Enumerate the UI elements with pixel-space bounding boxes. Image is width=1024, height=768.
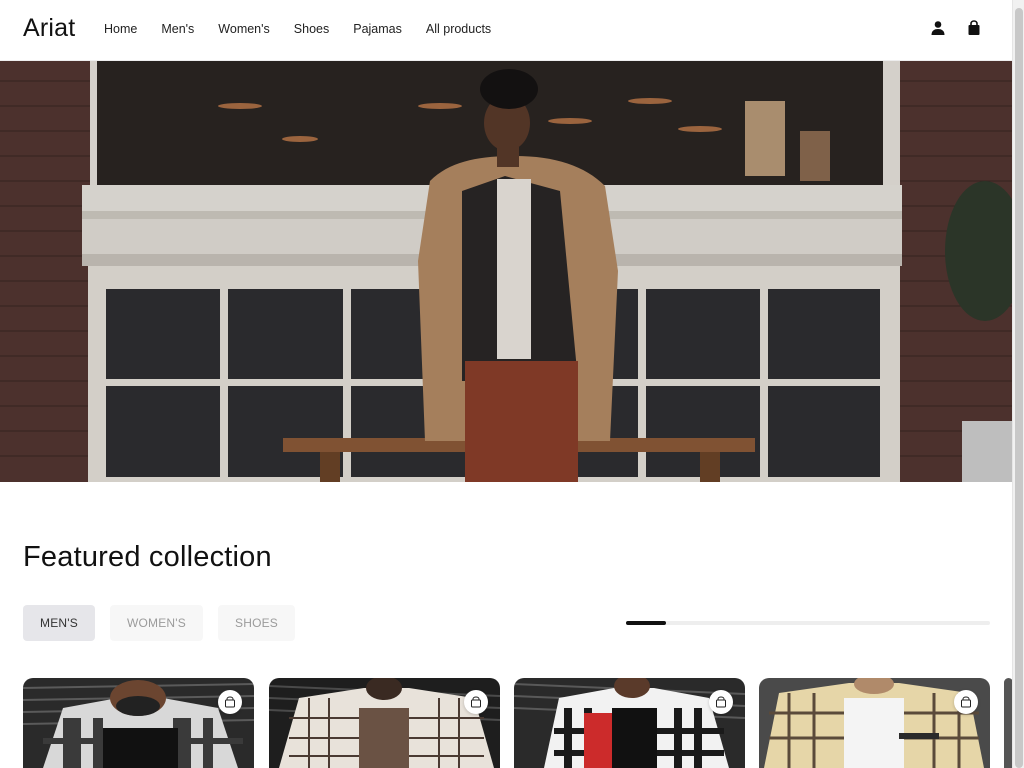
nav-pajamas[interactable]: Pajamas bbox=[353, 22, 402, 36]
carousel-progress-track[interactable] bbox=[626, 621, 990, 625]
hero-banner[interactable] bbox=[0, 61, 1012, 482]
nav-all-products[interactable]: All products bbox=[426, 22, 491, 36]
tab-shoes[interactable]: SHOES bbox=[218, 605, 296, 641]
add-to-cart-button[interactable] bbox=[218, 690, 242, 714]
add-to-cart-button[interactable] bbox=[464, 690, 488, 714]
page-scrollbar[interactable] bbox=[1012, 0, 1024, 768]
cart-icon bbox=[471, 696, 481, 708]
product-image bbox=[23, 678, 254, 768]
site-header: Ariat Home Men's Women's Shoes Pajamas A… bbox=[0, 0, 1012, 61]
shopping-bag-icon[interactable] bbox=[966, 20, 982, 36]
carousel-progress-indicator[interactable] bbox=[626, 621, 667, 625]
main-nav: Home Men's Women's Shoes Pajamas All pro… bbox=[104, 22, 515, 36]
product-card[interactable] bbox=[269, 678, 500, 768]
cart-icon bbox=[961, 696, 971, 708]
nav-womens[interactable]: Women's bbox=[218, 22, 269, 36]
collection-tabs: MEN'S WOMEN'S SHOES bbox=[23, 605, 296, 641]
nav-home[interactable]: Home bbox=[104, 22, 137, 36]
logo[interactable]: Ariat bbox=[23, 14, 75, 43]
product-image bbox=[514, 678, 745, 768]
product-image bbox=[759, 678, 990, 768]
hero-image bbox=[0, 61, 1012, 482]
product-card[interactable] bbox=[759, 678, 990, 768]
add-to-cart-button[interactable] bbox=[709, 690, 733, 714]
featured-collection-title: Featured collection bbox=[23, 541, 272, 573]
tab-womens[interactable]: WOMEN'S bbox=[109, 605, 203, 641]
product-image bbox=[269, 678, 500, 768]
tab-mens[interactable]: MEN'S bbox=[23, 605, 95, 641]
scrollbar-thumb[interactable] bbox=[1015, 8, 1023, 768]
header-icons bbox=[930, 20, 982, 36]
user-icon[interactable] bbox=[930, 20, 946, 36]
product-card[interactable] bbox=[23, 678, 254, 768]
product-carousel bbox=[23, 678, 1013, 768]
nav-shoes[interactable]: Shoes bbox=[294, 22, 329, 36]
cart-icon bbox=[716, 696, 726, 708]
cart-icon bbox=[225, 696, 235, 708]
product-card[interactable] bbox=[514, 678, 745, 768]
nav-mens[interactable]: Men's bbox=[161, 22, 194, 36]
add-to-cart-button[interactable] bbox=[954, 690, 978, 714]
